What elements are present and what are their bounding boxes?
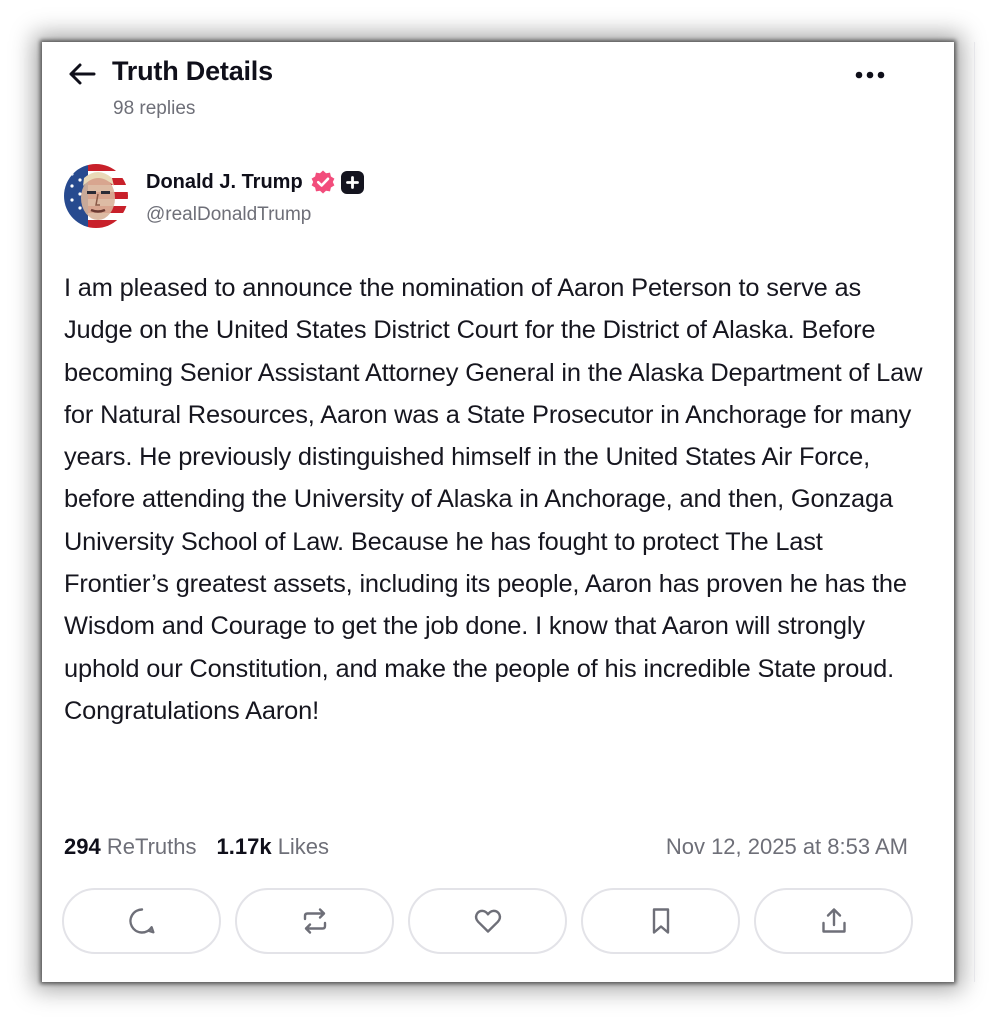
- author-name-row[interactable]: Donald J. Trump: [146, 169, 364, 195]
- retruth-button[interactable]: [235, 888, 394, 954]
- author-name: Donald J. Trump: [146, 170, 303, 193]
- retruths-stat[interactable]: 294 ReTruths: [64, 834, 197, 860]
- verified-badge-icon: [310, 169, 336, 195]
- bookmark-button[interactable]: [581, 888, 740, 954]
- more-options-button[interactable]: [848, 62, 892, 88]
- likes-count: 1.17k: [216, 834, 272, 859]
- share-button[interactable]: [754, 888, 913, 954]
- truth-plus-badge-icon: [340, 170, 364, 194]
- arrow-left-icon: [69, 63, 96, 85]
- bookmark-icon: [652, 908, 669, 934]
- likes-stat[interactable]: 1.17k Likes: [217, 834, 330, 860]
- like-button[interactable]: [408, 888, 567, 954]
- post-detail-panel: Truth Details 98 replies Donald J. Trump…: [42, 42, 975, 982]
- retruths-label: ReTruths: [106, 834, 197, 859]
- back-button[interactable]: [66, 60, 98, 88]
- flag-portrait-avatar-image: [64, 164, 128, 228]
- reply-button[interactable]: [62, 888, 221, 954]
- likes-label: Likes: [277, 834, 330, 859]
- share-icon: [821, 908, 846, 933]
- avatar[interactable]: [64, 164, 128, 228]
- page-title: Truth Details: [112, 56, 273, 86]
- retruths-count: 294: [64, 834, 101, 859]
- reply-count: 98 replies: [113, 98, 196, 119]
- post-timestamp: Nov 12, 2025 at 8:53 AM: [665, 834, 908, 859]
- post-text: I am pleased to announce the nomination …: [64, 274, 923, 725]
- author-handle[interactable]: @realDonaldTrump: [146, 204, 311, 226]
- panel-divider: [974, 42, 975, 982]
- heart-icon: [474, 909, 501, 933]
- post-stats: 294 ReTruths 1.17k Likes: [64, 834, 329, 860]
- reply-icon: [128, 908, 154, 934]
- retruth-icon: [303, 908, 326, 934]
- more-dots-icon: [855, 71, 885, 79]
